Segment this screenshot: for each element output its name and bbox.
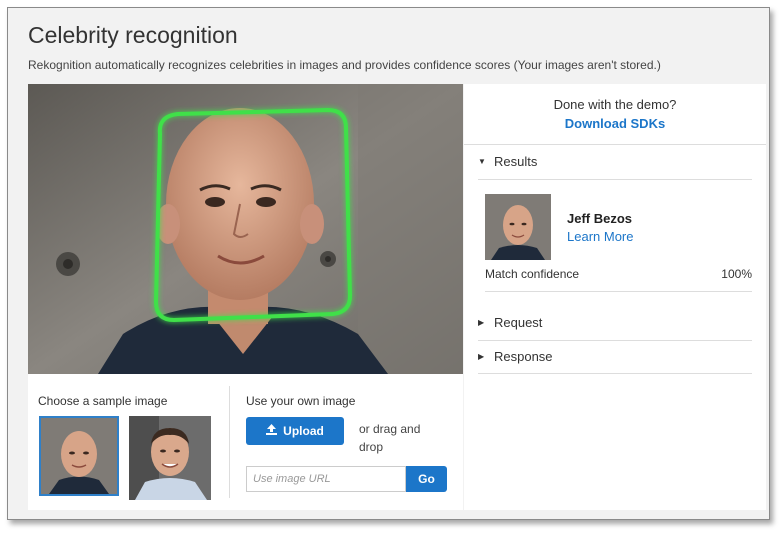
sample-image-2[interactable] — [129, 416, 211, 500]
upload-button[interactable]: Upload — [246, 417, 344, 445]
learn-more-link[interactable]: Learn More — [567, 229, 633, 244]
celebrity-thumbnail — [485, 194, 551, 260]
celebrity-name: Jeff Bezos — [567, 211, 633, 226]
response-section-toggle[interactable]: ▶ Response — [478, 349, 553, 364]
drag-drop-text: or drag and drop — [359, 422, 421, 454]
go-button[interactable]: Go — [406, 466, 447, 492]
response-label: Response — [494, 349, 553, 364]
analyzed-photo — [28, 84, 463, 374]
divider — [478, 373, 752, 374]
request-section-toggle[interactable]: ▶ Request — [478, 315, 542, 330]
sample-images-label: Choose a sample image — [38, 394, 168, 408]
page-title: Celebrity recognition — [28, 22, 238, 48]
own-image-label: Use your own image — [246, 394, 356, 408]
results-section-toggle[interactable]: ▼ Results — [478, 154, 537, 169]
section-divider — [229, 386, 230, 498]
demo-window: Celebrity recognition Rekognition automa… — [7, 7, 770, 520]
divider — [478, 340, 752, 341]
match-confidence-label: Match confidence — [485, 267, 580, 281]
divider — [464, 144, 766, 145]
match-confidence-value: 100% — [721, 267, 752, 281]
page-subtitle: Rekognition automatically recognizes cel… — [28, 58, 661, 72]
caret-down-icon: ▼ — [478, 157, 486, 166]
sample-image-1[interactable] — [39, 416, 119, 496]
done-demo-text: Done with the demo? — [553, 97, 677, 112]
caret-right-icon: ▶ — [478, 352, 485, 361]
results-label: Results — [494, 154, 538, 169]
download-sdks-link[interactable]: Download SDKs — [464, 116, 766, 131]
image-panel: Choose a sample image Use your own image… — [28, 84, 463, 510]
upload-button-label: Upload — [283, 424, 324, 438]
caret-right-icon: ▶ — [478, 318, 485, 327]
upload-icon — [266, 424, 278, 438]
divider — [478, 179, 752, 180]
image-url-input[interactable] — [246, 466, 406, 492]
results-panel: Done with the demo? Download SDKs ▼ Resu… — [464, 84, 766, 510]
image-source-section: Choose a sample image Use your own image… — [28, 374, 463, 510]
divider — [485, 291, 752, 292]
request-label: Request — [494, 315, 543, 330]
